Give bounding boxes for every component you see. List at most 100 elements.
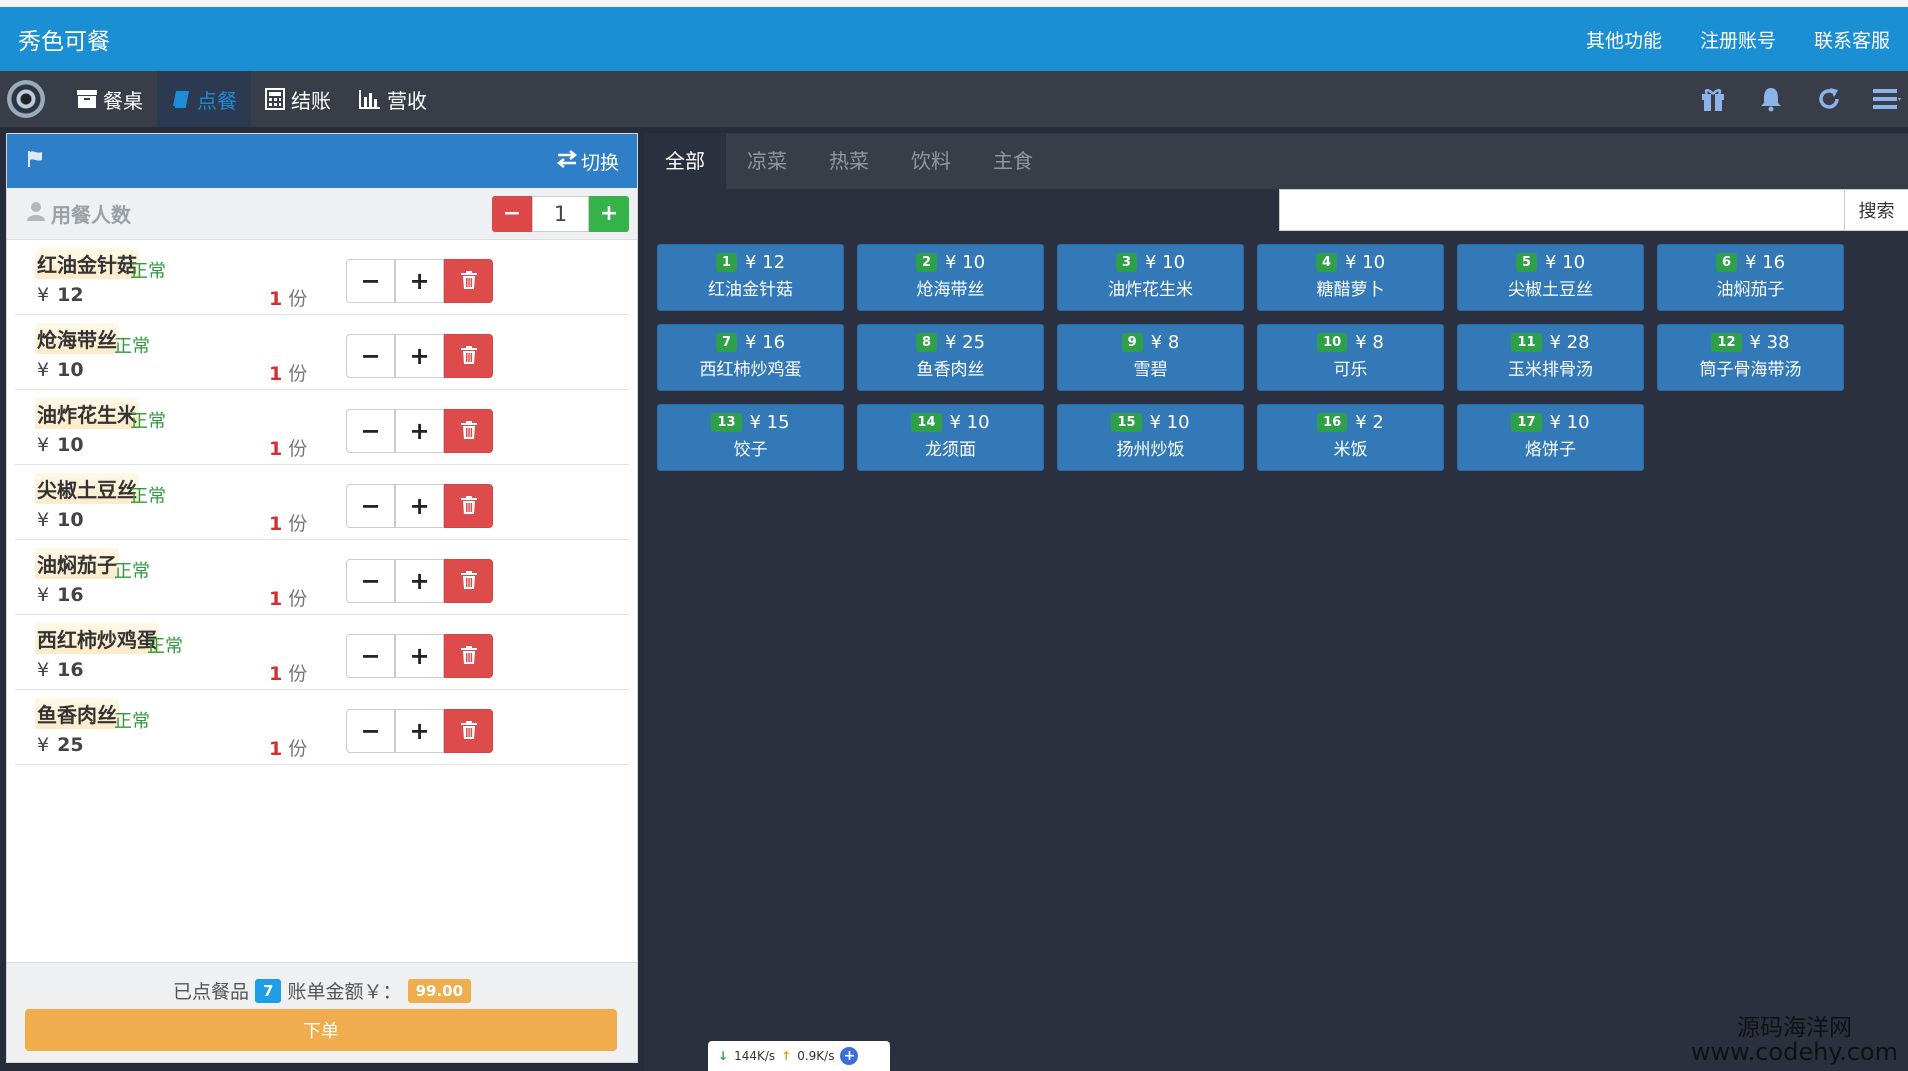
ordered-item-quantity: 1份: [269, 284, 307, 311]
decrease-item-button[interactable]: −: [346, 259, 395, 303]
increase-item-button[interactable]: +: [395, 259, 444, 303]
dish-card[interactable]: 5 ¥ 10 尖椒土豆丝: [1457, 244, 1644, 311]
submit-order-button[interactable]: 下单: [25, 1009, 617, 1051]
search-input[interactable]: [1279, 189, 1845, 231]
calculator-icon: [265, 88, 285, 110]
link-contact-support[interactable]: 联系客服: [1814, 26, 1890, 53]
nav-tables[interactable]: 餐桌: [63, 71, 157, 127]
ordered-item-name: 西红柿炒鸡蛋: [35, 623, 159, 654]
decrease-item-button[interactable]: −: [346, 484, 395, 528]
increase-item-button[interactable]: +: [395, 559, 444, 603]
dish-number-badge: 11: [1511, 333, 1542, 352]
nav-checkout[interactable]: 结账: [251, 71, 345, 127]
search-button[interactable]: 搜索: [1845, 189, 1908, 231]
dish-number-badge: 7: [715, 333, 737, 352]
ordered-item-actions: − +: [346, 484, 493, 528]
dish-card[interactable]: 15 ¥ 10 扬州炒饭: [1057, 404, 1244, 471]
dish-name: 筒子骨海带汤: [1699, 360, 1802, 380]
increase-item-button[interactable]: +: [395, 634, 444, 678]
category-tab[interactable]: 全部: [644, 133, 726, 189]
dish-header: 9 ¥ 8: [1058, 332, 1243, 353]
category-tab[interactable]: 饮料: [890, 133, 972, 189]
decrease-item-button[interactable]: −: [346, 409, 395, 453]
menu-list-icon[interactable]: [1872, 84, 1902, 114]
diner-decrease-button[interactable]: −: [492, 195, 532, 232]
delete-item-button[interactable]: [444, 709, 493, 753]
dish-header: 3 ¥ 10: [1058, 252, 1243, 273]
ordered-item-count: 1: [269, 363, 283, 385]
link-register-account[interactable]: 注册账号: [1700, 26, 1776, 53]
ordered-item-row: 尖椒土豆丝 正常 ¥10 1 份 − +: [15, 465, 629, 540]
decrease-item-button[interactable]: −: [346, 709, 395, 753]
dish-card[interactable]: 10 ¥ 8 可乐: [1257, 324, 1444, 391]
diner-increase-button[interactable]: +: [589, 195, 629, 232]
logo-disc-icon: [7, 80, 45, 118]
ordered-item-price: 16: [57, 584, 84, 606]
upload-arrow-icon: ↑: [781, 1049, 792, 1063]
nav-order[interactable]: 点餐: [157, 71, 251, 127]
link-other-features[interactable]: 其他功能: [1586, 26, 1662, 53]
flag-icon[interactable]: [27, 150, 45, 172]
decrease-item-button[interactable]: −: [346, 634, 395, 678]
dish-card[interactable]: 4 ¥ 10 糖醋萝卜: [1257, 244, 1444, 311]
dish-card[interactable]: 12 ¥ 38 筒子骨海带汤: [1657, 324, 1844, 391]
ordered-item-name: 鱼香肉丝: [35, 698, 119, 729]
dish-card[interactable]: 9 ¥ 8 雪碧: [1057, 324, 1244, 391]
bell-icon[interactable]: [1756, 84, 1786, 114]
dish-card[interactable]: 17 ¥ 10 烙饼子: [1457, 404, 1644, 471]
dish-card[interactable]: 7 ¥ 16 西红柿炒鸡蛋: [657, 324, 844, 391]
ordered-item-row: 油炸花生米 正常 ¥10 1 份 − +: [15, 390, 629, 465]
delete-item-button[interactable]: [444, 484, 493, 528]
delete-item-button[interactable]: [444, 634, 493, 678]
category-tab[interactable]: 热菜: [808, 133, 890, 189]
decrease-item-button[interactable]: −: [346, 559, 395, 603]
nav-revenue[interactable]: 营收: [345, 71, 441, 127]
delete-item-button[interactable]: [444, 334, 493, 378]
diner-count-input[interactable]: 1: [532, 195, 589, 232]
increase-item-button[interactable]: +: [395, 484, 444, 528]
trash-icon: [460, 342, 477, 370]
ordered-item-name: 炝海带丝: [35, 323, 119, 354]
minus-icon: −: [360, 567, 381, 595]
quantity-unit: 份: [288, 588, 308, 610]
decrease-item-button[interactable]: −: [346, 334, 395, 378]
dish-card[interactable]: 16 ¥ 2 米饭: [1257, 404, 1444, 471]
delete-item-button[interactable]: [444, 259, 493, 303]
watermark-url: www.codehy.com: [1690, 1037, 1898, 1066]
dish-number-badge: 10: [1317, 333, 1348, 352]
dish-card[interactable]: 13 ¥ 15 饺子: [657, 404, 844, 471]
gift-icon[interactable]: [1698, 84, 1728, 114]
ordered-item-row: 炝海带丝 正常 ¥10 1 份 − +: [15, 315, 629, 390]
download-speed: 144K/s: [734, 1049, 776, 1063]
dish-card[interactable]: 2 ¥ 10 炝海带丝: [857, 244, 1044, 311]
dish-header: 16 ¥ 2: [1258, 412, 1443, 433]
delete-item-button[interactable]: [444, 559, 493, 603]
dish-card[interactable]: 8 ¥ 25 鱼香肉丝: [857, 324, 1044, 391]
ordered-item-actions: − +: [346, 259, 493, 303]
switch-button[interactable]: 切换: [556, 148, 619, 175]
add-circle-icon[interactable]: +: [840, 1047, 859, 1065]
search-bar: 搜索: [1279, 189, 1908, 231]
increase-item-button[interactable]: +: [395, 409, 444, 453]
increase-item-button[interactable]: +: [395, 334, 444, 378]
delete-item-button[interactable]: [444, 409, 493, 453]
minus-icon: −: [360, 717, 381, 745]
category-tab[interactable]: 凉菜: [726, 133, 808, 189]
dish-card[interactable]: 11 ¥ 28 玉米排骨汤: [1457, 324, 1644, 391]
dish-header: 8 ¥ 25: [858, 332, 1043, 353]
dish-card[interactable]: 3 ¥ 10 油炸花生米: [1057, 244, 1244, 311]
ordered-item-row: 红油金针菇 正常 ¥12 1 份 − +: [15, 240, 629, 315]
refresh-icon[interactable]: [1814, 84, 1844, 114]
increase-item-button[interactable]: +: [395, 709, 444, 753]
ordered-item-price: 10: [57, 359, 84, 381]
dish-card[interactable]: 14 ¥ 10 龙须面: [857, 404, 1044, 471]
person-icon: [25, 200, 47, 227]
dish-price: ¥ 16: [744, 332, 786, 353]
ordered-count-label: 已点餐品: [172, 981, 249, 1003]
dish-card[interactable]: 6 ¥ 16 油焖茄子: [1657, 244, 1844, 311]
category-tab[interactable]: 主食: [972, 133, 1054, 189]
ordered-item-quantity: 1份: [269, 359, 307, 386]
dish-card[interactable]: 1 ¥ 12 红油金针菇: [657, 244, 844, 311]
dish-price: ¥ 8: [1150, 332, 1180, 353]
dish-name: 油焖茄子: [1716, 280, 1785, 300]
